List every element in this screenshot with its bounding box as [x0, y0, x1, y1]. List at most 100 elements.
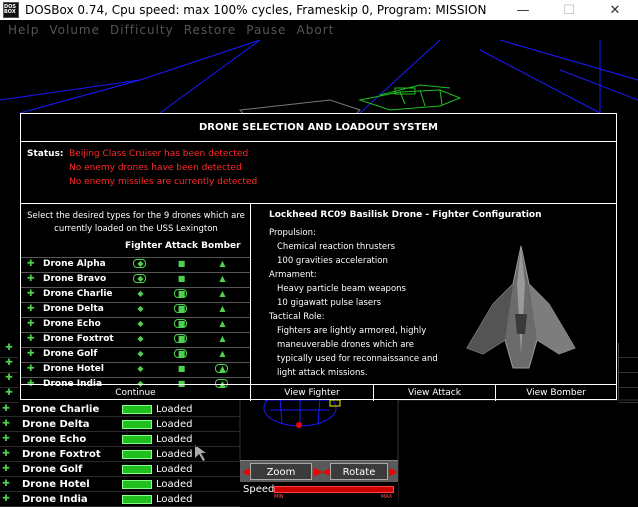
menu-pause[interactable]: Pause: [246, 23, 286, 37]
view-fighter-button[interactable]: View Fighter: [251, 385, 374, 401]
bomber-drone-icon: ▲: [219, 274, 226, 283]
spec-line: Heavy particle beam weapons: [277, 284, 406, 294]
hud-row[interactable]: ✚ Drone Echo Loaded: [0, 432, 240, 447]
status-bar: [122, 449, 152, 459]
bomber-option[interactable]: ▲: [217, 335, 228, 344]
bomber-option[interactable]: ▲: [217, 305, 228, 314]
hud-row[interactable]: ✚ Drone Charlie Loaded: [0, 402, 240, 417]
bomber-option[interactable]: ▲: [217, 290, 228, 299]
drone-icon: ✚: [27, 349, 35, 359]
drone-heading: Lockheed RC09 Basilisk Drone - Fighter C…: [269, 210, 542, 220]
status-line: No enemy missiles are currently detected: [69, 177, 258, 187]
drone-row: ✚ Drone Foxtrot ◆ ■ ▲: [21, 332, 250, 347]
fighter-option[interactable]: ◆: [135, 320, 146, 329]
drone-name: Drone Bravo: [43, 274, 107, 284]
drone-detail-pane: Lockheed RC09 Basilisk Drone - Fighter C…: [251, 204, 617, 384]
status-bar: [122, 479, 152, 489]
status-label: Status:: [27, 149, 64, 159]
bomber-option[interactable]: ▲: [215, 364, 228, 374]
continue-button[interactable]: Continue: [21, 385, 251, 401]
spec-line: Fighters are lightly armored, highly: [277, 326, 427, 336]
bomber-option[interactable]: ▲: [217, 350, 228, 359]
fighter-drone-icon: ◆: [137, 364, 144, 373]
minimize-button[interactable]: —: [500, 3, 546, 18]
close-button[interactable]: ✕: [592, 3, 638, 18]
view-attack-button[interactable]: View Attack: [374, 385, 496, 401]
hud-row[interactable]: ✚ Drone India Loaded: [0, 492, 240, 507]
bomber-drone-icon: ▲: [219, 334, 226, 343]
drone-name: Drone Delta: [43, 304, 104, 314]
fighter-option[interactable]: ◆: [135, 305, 146, 314]
bomber-option[interactable]: ▲: [217, 320, 228, 329]
fighter-option[interactable]: ◆: [135, 365, 146, 374]
maximize-button[interactable]: ☐: [546, 3, 592, 18]
attack-drone-icon: ■: [177, 334, 186, 343]
fighter-drone-icon: ◆: [137, 274, 144, 283]
drone-row: ✚ Drone Bravo ◆ ■ ▲: [21, 272, 250, 287]
drone-icon: ✚: [2, 479, 10, 489]
status-line: No enemy drones have been detected: [69, 163, 242, 173]
view-bomber-button[interactable]: View Bomber: [496, 385, 616, 401]
drone-rows: ✚ Drone Alpha ◆ ■ ▲ ✚ Drone Bravo ◆ ■ ▲ ✚ Drone Cha…: [21, 257, 250, 392]
menu-difficulty[interactable]: Difficulty: [110, 23, 174, 37]
window-titlebar: DOS BOX DOSBox 0.74, Cpu speed: max 100%…: [0, 0, 638, 20]
drone-name: Drone Golf: [43, 349, 98, 359]
attack-option[interactable]: ■: [174, 334, 187, 344]
fighter-option[interactable]: ◆: [135, 290, 146, 299]
menu-help[interactable]: Help: [8, 23, 39, 37]
bomber-option[interactable]: ▲: [217, 275, 228, 284]
attack-option[interactable]: ■: [176, 365, 187, 374]
fighter-option[interactable]: ◆: [133, 259, 146, 269]
drone-icon: ✚: [2, 494, 10, 504]
bomber-option[interactable]: ▲: [217, 260, 228, 269]
drone-icon: ✚: [27, 259, 35, 269]
attack-drone-icon: ■: [177, 349, 186, 358]
menu-abort[interactable]: Abort: [297, 23, 335, 37]
bomber-drone-icon: ▲: [219, 289, 226, 298]
attack-option[interactable]: ■: [174, 304, 187, 314]
fighter-option[interactable]: ◆: [133, 274, 146, 284]
drone-name: Drone Hotel: [43, 364, 104, 374]
camera-controls: ◀ Zoom ▶ ◀ Rotate ▶: [240, 460, 398, 483]
attack-option[interactable]: ■: [174, 349, 187, 359]
status-bar: [122, 494, 152, 504]
spec-line: light attack missions.: [277, 368, 368, 378]
drone-row: ✚ Drone Charlie ◆ ■ ▲: [21, 287, 250, 302]
game-menu-bar: Help Volume Difficulty Restore Pause Abo…: [0, 20, 638, 40]
window-title: DOSBox 0.74, Cpu speed: max 100% cycles,…: [25, 3, 487, 17]
drone-icon: ✚: [27, 289, 35, 299]
hud-row[interactable]: ✚ Drone Foxtrot Loaded: [0, 447, 240, 462]
drone-row: ✚ Drone Alpha ◆ ■ ▲: [21, 257, 250, 272]
menu-restore[interactable]: Restore: [184, 23, 237, 37]
drone-icon: ✚: [2, 449, 10, 459]
drone-name: Drone Alpha: [43, 259, 106, 269]
status-bar: [122, 404, 152, 414]
speed-slider[interactable]: [274, 486, 394, 493]
fighter-option[interactable]: ◆: [135, 350, 146, 359]
drone-row: ✚ Drone Hotel ◆ ■ ▲: [21, 362, 250, 377]
drone-icon: ✚: [27, 364, 35, 374]
hud-row[interactable]: ✚ Drone Hotel Loaded: [0, 477, 240, 492]
hud-row[interactable]: ✚ Drone Delta Loaded: [0, 417, 240, 432]
attack-option[interactable]: ■: [176, 275, 187, 284]
status-line: Beijing Class Cruiser has been detected: [69, 149, 249, 159]
attack-drone-icon: ■: [177, 304, 186, 313]
attack-drone-icon: ■: [177, 259, 186, 268]
attack-option[interactable]: ■: [174, 319, 187, 329]
rotate-button[interactable]: Rotate: [330, 463, 388, 480]
column-headers: Fighter Attack Bomber: [125, 241, 241, 251]
drone-name: Drone Echo: [43, 319, 101, 329]
menu-volume[interactable]: Volume: [49, 23, 100, 37]
drone-icon: ✚: [2, 404, 10, 414]
spec-line: maneuverable drones which are: [277, 340, 415, 350]
attack-option[interactable]: ■: [174, 289, 187, 299]
rotate-right-arrow-icon[interactable]: ▶: [389, 465, 397, 478]
hud-drone-list: ✚ Drone Charlie Loaded ✚ Drone Delta Loaded …: [0, 402, 240, 507]
spec-line: 100 gravities acceleration: [277, 256, 388, 266]
fighter-option[interactable]: ◆: [135, 335, 146, 344]
fighter-drone-icon: ◆: [137, 349, 144, 358]
attack-option[interactable]: ■: [176, 260, 187, 269]
left-edge-rows: ✚ ✚ ✚ ✚: [0, 343, 18, 403]
zoom-button[interactable]: Zoom: [250, 463, 312, 480]
hud-row[interactable]: ✚ Drone Golf Loaded: [0, 462, 240, 477]
